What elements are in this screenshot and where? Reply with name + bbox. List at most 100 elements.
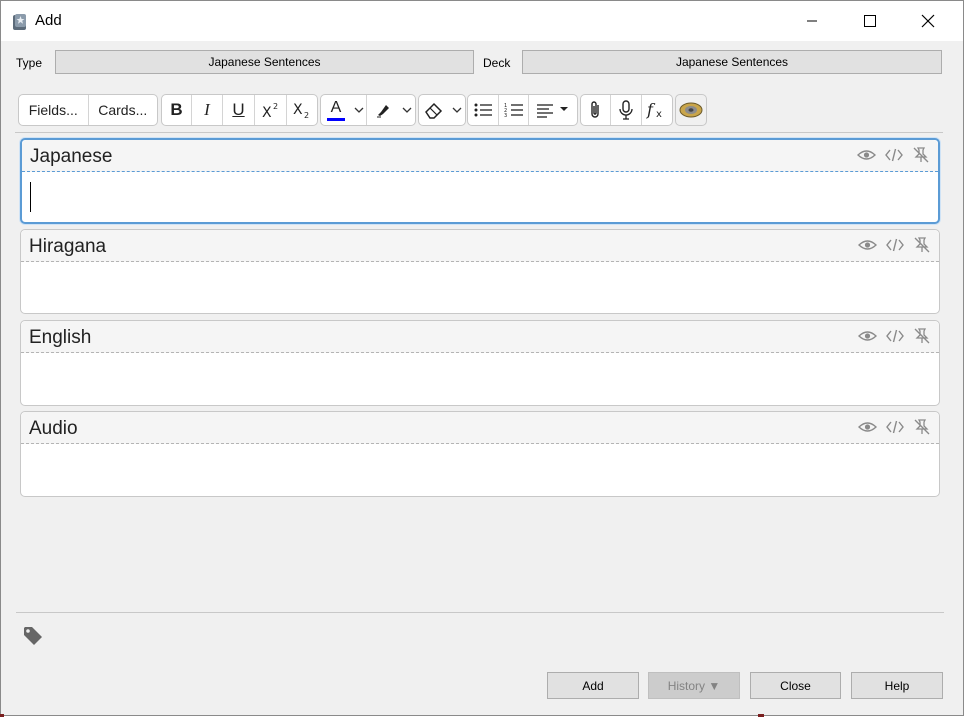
pin-off-icon	[914, 327, 929, 343]
field-icons	[858, 417, 931, 436]
svg-text:X: X	[293, 102, 303, 118]
eye-icon	[858, 239, 877, 250]
field-icons	[858, 326, 931, 345]
align-left-icon	[537, 104, 569, 118]
field-visibility-toggle[interactable]	[858, 417, 877, 436]
field-html-editor-toggle[interactable]	[885, 326, 904, 345]
deck-label: Deck	[483, 56, 511, 70]
maximize-button[interactable]	[847, 1, 893, 41]
field-visibility-toggle[interactable]	[858, 326, 877, 345]
chevron-down-icon	[402, 107, 412, 113]
toolbar-divider	[15, 132, 943, 133]
field-header: Japanese	[22, 140, 938, 172]
tags-divider	[16, 612, 944, 613]
eraser-group	[418, 94, 466, 126]
close-window-button[interactable]	[905, 1, 951, 41]
eraser-icon	[425, 102, 443, 119]
field-html-editor-toggle[interactable]	[885, 235, 904, 254]
eye-icon	[857, 149, 876, 160]
svg-text:f: f	[646, 101, 656, 119]
type-label: Type	[16, 56, 43, 70]
field-header: Audio	[21, 412, 939, 444]
svg-text:2: 2	[273, 102, 278, 111]
tts-addon-button[interactable]	[676, 95, 706, 125]
eye-icon	[858, 421, 877, 432]
highlighter-icon	[377, 105, 389, 118]
numbered-list-button[interactable]: 123	[499, 95, 530, 125]
chevron-down-icon	[452, 107, 462, 113]
attach-button[interactable]	[581, 95, 612, 125]
fields-button[interactable]: Fields...	[19, 95, 89, 125]
fields-cards-group: Fields... Cards...	[18, 94, 158, 126]
minimize-button[interactable]	[789, 1, 835, 41]
speaker-icon	[679, 102, 703, 118]
addon-group	[675, 94, 707, 126]
minimize-icon	[807, 20, 817, 22]
add-button[interactable]: Add	[547, 672, 639, 699]
math-button[interactable]: fx	[642, 95, 672, 125]
close-icon	[921, 14, 935, 28]
close-button[interactable]: Close	[750, 672, 841, 699]
field-audio[interactable]: Audio	[20, 411, 940, 497]
field-header: Hiragana	[21, 230, 939, 262]
bullet-list-icon	[474, 103, 492, 117]
subscript-button[interactable]: X2	[287, 95, 317, 125]
eraser-dropdown[interactable]	[449, 95, 465, 125]
svg-text:3: 3	[504, 113, 507, 118]
code-icon	[885, 238, 904, 251]
media-group: fx	[580, 94, 673, 126]
add-note-window: Add Type Japanese Sentences Deck Japanes…	[0, 0, 964, 716]
subscript-icon: X2	[293, 102, 309, 119]
highlight-dropdown[interactable]	[399, 95, 415, 125]
field-hiragana[interactable]: Hiragana	[20, 229, 940, 314]
anki-app-icon	[13, 14, 26, 30]
maximize-icon	[864, 15, 876, 27]
pin-off-icon	[914, 236, 929, 252]
field-html-editor-toggle[interactable]	[885, 417, 904, 436]
paperclip-icon	[590, 101, 599, 118]
field-html-editor-toggle[interactable]	[884, 145, 903, 164]
underline-button[interactable]: U	[223, 95, 255, 125]
field-header: English	[21, 321, 939, 353]
field-japanese[interactable]: Japanese	[20, 138, 940, 224]
history-button[interactable]: History ▼	[648, 672, 740, 699]
field-icons	[858, 235, 931, 254]
tag-icon[interactable]	[23, 626, 45, 646]
svg-text:x: x	[656, 109, 662, 119]
record-audio-button[interactable]	[611, 95, 642, 125]
text-color-swatch	[327, 117, 345, 121]
window-title: Add	[35, 12, 62, 29]
clear-formatting-button[interactable]	[419, 95, 449, 125]
field-icons	[857, 145, 930, 164]
field-sticky-toggle[interactable]	[912, 417, 931, 436]
italic-button[interactable]: I	[192, 95, 223, 125]
text-color-dropdown[interactable]	[351, 95, 367, 125]
format-group: B I U X2 X2	[161, 94, 318, 126]
alignment-button[interactable]	[529, 95, 577, 125]
field-sticky-toggle[interactable]	[911, 145, 930, 164]
numbered-list-icon: 123	[504, 103, 523, 118]
pin-off-icon	[913, 146, 928, 162]
pin-off-icon	[914, 418, 929, 434]
field-english[interactable]: English	[20, 320, 940, 406]
deck-selector[interactable]: Japanese Sentences	[522, 50, 942, 74]
eye-icon	[858, 330, 877, 341]
bold-button[interactable]: B	[162, 95, 192, 125]
cards-button[interactable]: Cards...	[89, 95, 158, 125]
svg-text:X: X	[262, 105, 272, 119]
title-bar: Add	[1, 1, 963, 41]
field-name: Audio	[29, 418, 78, 439]
field-sticky-toggle[interactable]	[912, 326, 931, 345]
field-visibility-toggle[interactable]	[857, 145, 876, 164]
text-color-button[interactable]: A	[321, 95, 351, 125]
svg-text:2: 2	[304, 111, 309, 119]
field-visibility-toggle[interactable]	[858, 235, 877, 254]
highlight-button[interactable]	[367, 95, 399, 125]
field-name: English	[29, 327, 92, 348]
bullet-list-button[interactable]	[468, 95, 499, 125]
note-type-selector[interactable]: Japanese Sentences	[55, 50, 474, 74]
list-group: 123	[467, 94, 578, 126]
field-sticky-toggle[interactable]	[912, 235, 931, 254]
superscript-button[interactable]: X2	[255, 95, 287, 125]
help-button[interactable]: Help	[851, 672, 943, 699]
